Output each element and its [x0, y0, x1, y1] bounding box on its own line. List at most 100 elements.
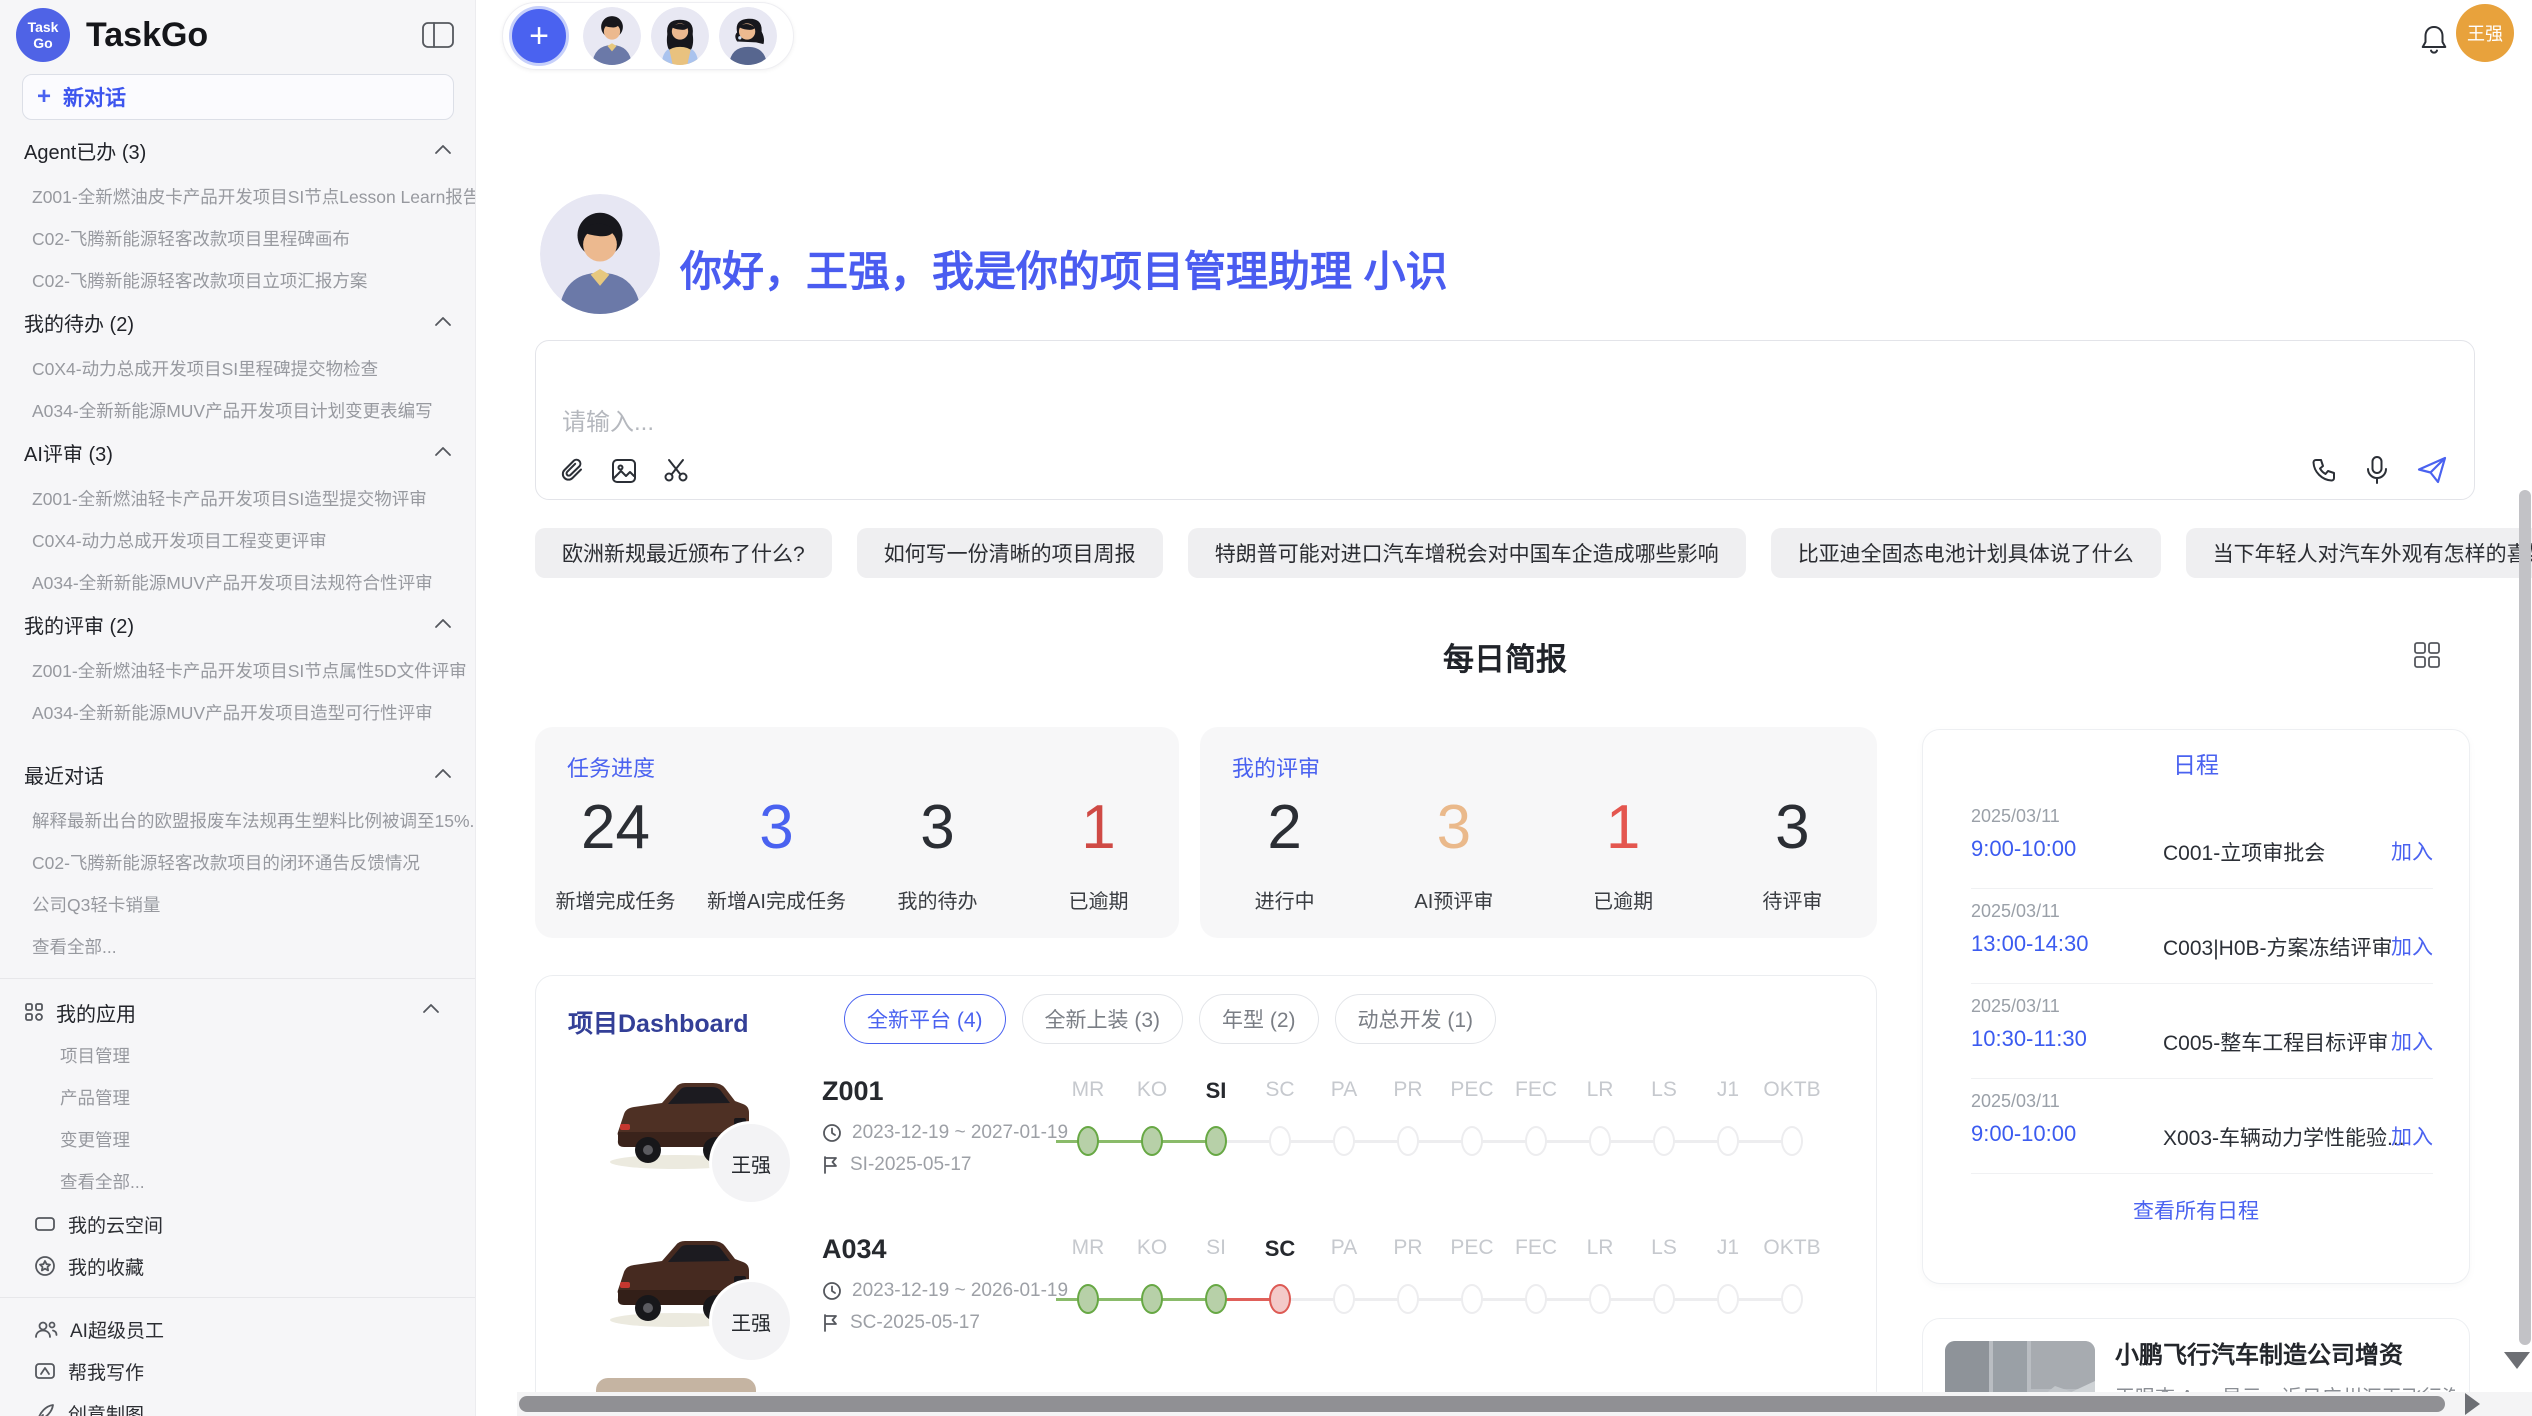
- sidebar-conversation-item[interactable]: Z001-全新燃油轻卡产品开发项目SI节点属性5D文件评审: [0, 650, 475, 692]
- chevron-up-icon[interactable]: [433, 143, 453, 157]
- section-my-apps[interactable]: 我的应用: [0, 989, 475, 1035]
- chevron-up-icon[interactable]: [433, 617, 453, 631]
- sidebar-conversation-item[interactable]: Z001-全新燃油皮卡产品开发项目SI节点Lesson Learn报告: [0, 176, 475, 218]
- suggestion-chip[interactable]: 欧洲新规最近颁布了什么?: [535, 528, 832, 578]
- milestone-label: LS: [1632, 1236, 1696, 1262]
- suggestion-chip[interactable]: 如何写一份清晰的项目周报: [857, 528, 1163, 578]
- sidebar-conversation-item[interactable]: A034-全新新能源MUV产品开发项目法规符合性评审: [0, 562, 475, 604]
- sidebar-app-item[interactable]: 变更管理: [0, 1119, 475, 1161]
- sidebar-item-favorites[interactable]: 我的收藏: [0, 1245, 475, 1287]
- schedule-event-title: C001-立项审批会: [2163, 837, 2325, 867]
- card-title: 任务进度: [567, 751, 655, 783]
- suggestion-chip[interactable]: 比亚迪全固态电池计划具体说了什么: [1771, 528, 2161, 578]
- section-recent-chats[interactable]: 最近对话: [0, 754, 475, 800]
- suggestion-chip[interactable]: 特朗普可能对进口汽车增税会对中国车企造成哪些影响: [1188, 528, 1746, 578]
- milestone-dot: [1525, 1126, 1547, 1156]
- milestone-dot: [1781, 1284, 1803, 1314]
- sidebar-app-item[interactable]: 产品管理: [0, 1077, 475, 1119]
- attach-file-icon[interactable]: [560, 457, 586, 485]
- assistant-avatar[interactable]: [719, 7, 777, 65]
- sidebar-collapse-icon[interactable]: [421, 20, 455, 50]
- milestone-dot: [1397, 1284, 1419, 1314]
- suggestion-chip[interactable]: 当下年轻人对汽车外观有怎样的喜好趋势: [2186, 528, 2532, 578]
- milestone-node: [1440, 1282, 1504, 1316]
- chevron-up-icon[interactable]: [433, 767, 453, 781]
- section-my-todo[interactable]: 我的待办 (2): [0, 302, 475, 348]
- phone-call-icon[interactable]: [2310, 456, 2338, 484]
- sidebar-conversation-item[interactable]: C0X4-动力总成开发项目SI里程碑提交物检查: [0, 348, 475, 390]
- section-agent-done[interactable]: Agent已办 (3): [0, 130, 475, 176]
- schedule-card: 日程 2025/03/11 9:00-10:00 C001-立项审批会 加入 2…: [1922, 729, 2470, 1284]
- section-my-review[interactable]: 我的评审 (2): [0, 604, 475, 650]
- stat-label: 新增AI完成任务: [696, 885, 857, 914]
- scissors-icon[interactable]: [662, 457, 690, 485]
- dashboard-tab[interactable]: 全新平台 (4): [844, 994, 1006, 1044]
- sidebar-conversation-item[interactable]: Z001-全新燃油轻卡产品开发项目SI造型提交物评审: [0, 478, 475, 520]
- horizontal-scrollbar-thumb[interactable]: [519, 1396, 2445, 1412]
- chevron-up-icon[interactable]: [433, 315, 453, 329]
- sidebar-conversation-item[interactable]: C02-飞腾新能源轻客改款项目立项汇报方案: [0, 260, 475, 302]
- sidebar-recent-item[interactable]: 公司Q3轻卡销量: [0, 884, 475, 926]
- dashboard-tab[interactable]: 年型 (2): [1199, 994, 1319, 1044]
- stat: 3 AI预评审: [1369, 793, 1538, 914]
- new-chat-button[interactable]: + 新对话: [22, 74, 454, 120]
- notification-bell-icon[interactable]: [2418, 22, 2450, 56]
- sidebar-conversation-item[interactable]: A034-全新新能源MUV产品开发项目计划变更表编写: [0, 390, 475, 432]
- divider: [1971, 1173, 2433, 1174]
- schedule-date: 2025/03/11: [1971, 806, 2060, 827]
- sidebar-conversation-item[interactable]: C02-飞腾新能源轻客改款项目里程碑画布: [0, 218, 475, 260]
- join-button[interactable]: 加入: [2391, 836, 2433, 866]
- layout-grid-icon[interactable]: [2412, 640, 2442, 670]
- project-row[interactable]: 王强 Z001 2023-12-19 ~ 2027-01-19 SI-2025-…: [536, 1062, 1876, 1220]
- add-assistant-button[interactable]: +: [509, 6, 569, 66]
- sidebar-app-item[interactable]: 查看全部...: [0, 1161, 475, 1203]
- plus-icon: +: [37, 85, 51, 109]
- image-icon[interactable]: [610, 457, 638, 485]
- project-flag-text: SI-2025-05-17: [850, 1154, 971, 1176]
- project-row[interactable]: 王强 A034 2023-12-19 ~ 2026-01-19 SC-2025-…: [536, 1220, 1876, 1378]
- chat-input[interactable]: [562, 403, 1962, 443]
- dashboard-tab[interactable]: 动总开发 (1): [1335, 994, 1497, 1044]
- milestone-node: [1760, 1124, 1824, 1158]
- sidebar-conversation-item[interactable]: A034-全新新能源MUV产品开发项目造型可行性评审: [0, 692, 475, 734]
- milestone-dot: [1269, 1126, 1291, 1156]
- sidebar-item-ai-staff[interactable]: AI超级员工: [0, 1308, 475, 1350]
- join-button[interactable]: 加入: [2391, 1121, 2433, 1151]
- assistant-avatar[interactable]: [583, 7, 641, 65]
- sidebar-recent-item[interactable]: 查看全部...: [0, 926, 475, 968]
- schedule-item: 2025/03/11 9:00-10:00 C001-立项审批会 加入: [1923, 800, 2469, 895]
- sidebar-recent-item[interactable]: 解释最新出台的欧盟报废车法规再生塑料比例被调至15%...: [0, 800, 475, 842]
- send-icon[interactable]: [2416, 455, 2448, 485]
- quick-access-bar: +: [502, 2, 794, 70]
- dashboard-tab[interactable]: 全新上装 (3): [1022, 994, 1184, 1044]
- section-ai-review[interactable]: AI评审 (3): [0, 432, 475, 478]
- section-title: 我的评审 (2): [24, 616, 134, 638]
- join-button[interactable]: 加入: [2391, 931, 2433, 961]
- view-all-schedule-link[interactable]: 查看所有日程: [1923, 1195, 2469, 1225]
- chevron-up-icon[interactable]: [421, 1002, 441, 1016]
- join-button[interactable]: 加入: [2391, 1026, 2433, 1056]
- user-avatar[interactable]: 王强: [2456, 4, 2514, 62]
- assistant-avatar[interactable]: [651, 7, 709, 65]
- vertical-scrollbar-thumb[interactable]: [2519, 490, 2531, 1345]
- mic-icon[interactable]: [2364, 455, 2390, 485]
- scroll-down-arrow-icon[interactable]: [2504, 1352, 2530, 1369]
- milestone-label: LR: [1568, 1078, 1632, 1104]
- sidebar-item-help-write[interactable]: 帮我写作: [0, 1350, 475, 1392]
- sidebar-app-item[interactable]: 项目管理: [0, 1035, 475, 1077]
- chevron-up-icon[interactable]: [433, 445, 453, 459]
- horizontal-scrollbar[interactable]: [517, 1392, 2532, 1416]
- section-title: 我的应用: [56, 998, 136, 1027]
- milestone-dot: [1397, 1126, 1419, 1156]
- sidebar-item-cloud-space[interactable]: 我的云空间: [0, 1203, 475, 1245]
- milestone-label: KO: [1120, 1236, 1184, 1262]
- sidebar-conversation-item[interactable]: C0X4-动力总成开发项目工程变更评审: [0, 520, 475, 562]
- sidebar-recent-item[interactable]: C02-飞腾新能源轻客改款项目的闭环通告反馈情况: [0, 842, 475, 884]
- scroll-right-arrow-icon[interactable]: [2465, 1393, 2480, 1415]
- dashboard-tabs: 全新平台 (4) 全新上装 (3) 年型 (2) 动总开发 (1): [844, 994, 1496, 1044]
- sidebar-item-label: 我的收藏: [68, 1253, 144, 1280]
- schedule-time: 13:00-14:30: [1971, 931, 2088, 957]
- daily-briefing-title: 每日简报: [535, 634, 2475, 679]
- milestone-label: PR: [1376, 1236, 1440, 1262]
- sidebar-item-creative-draw[interactable]: 创意制图: [0, 1392, 475, 1416]
